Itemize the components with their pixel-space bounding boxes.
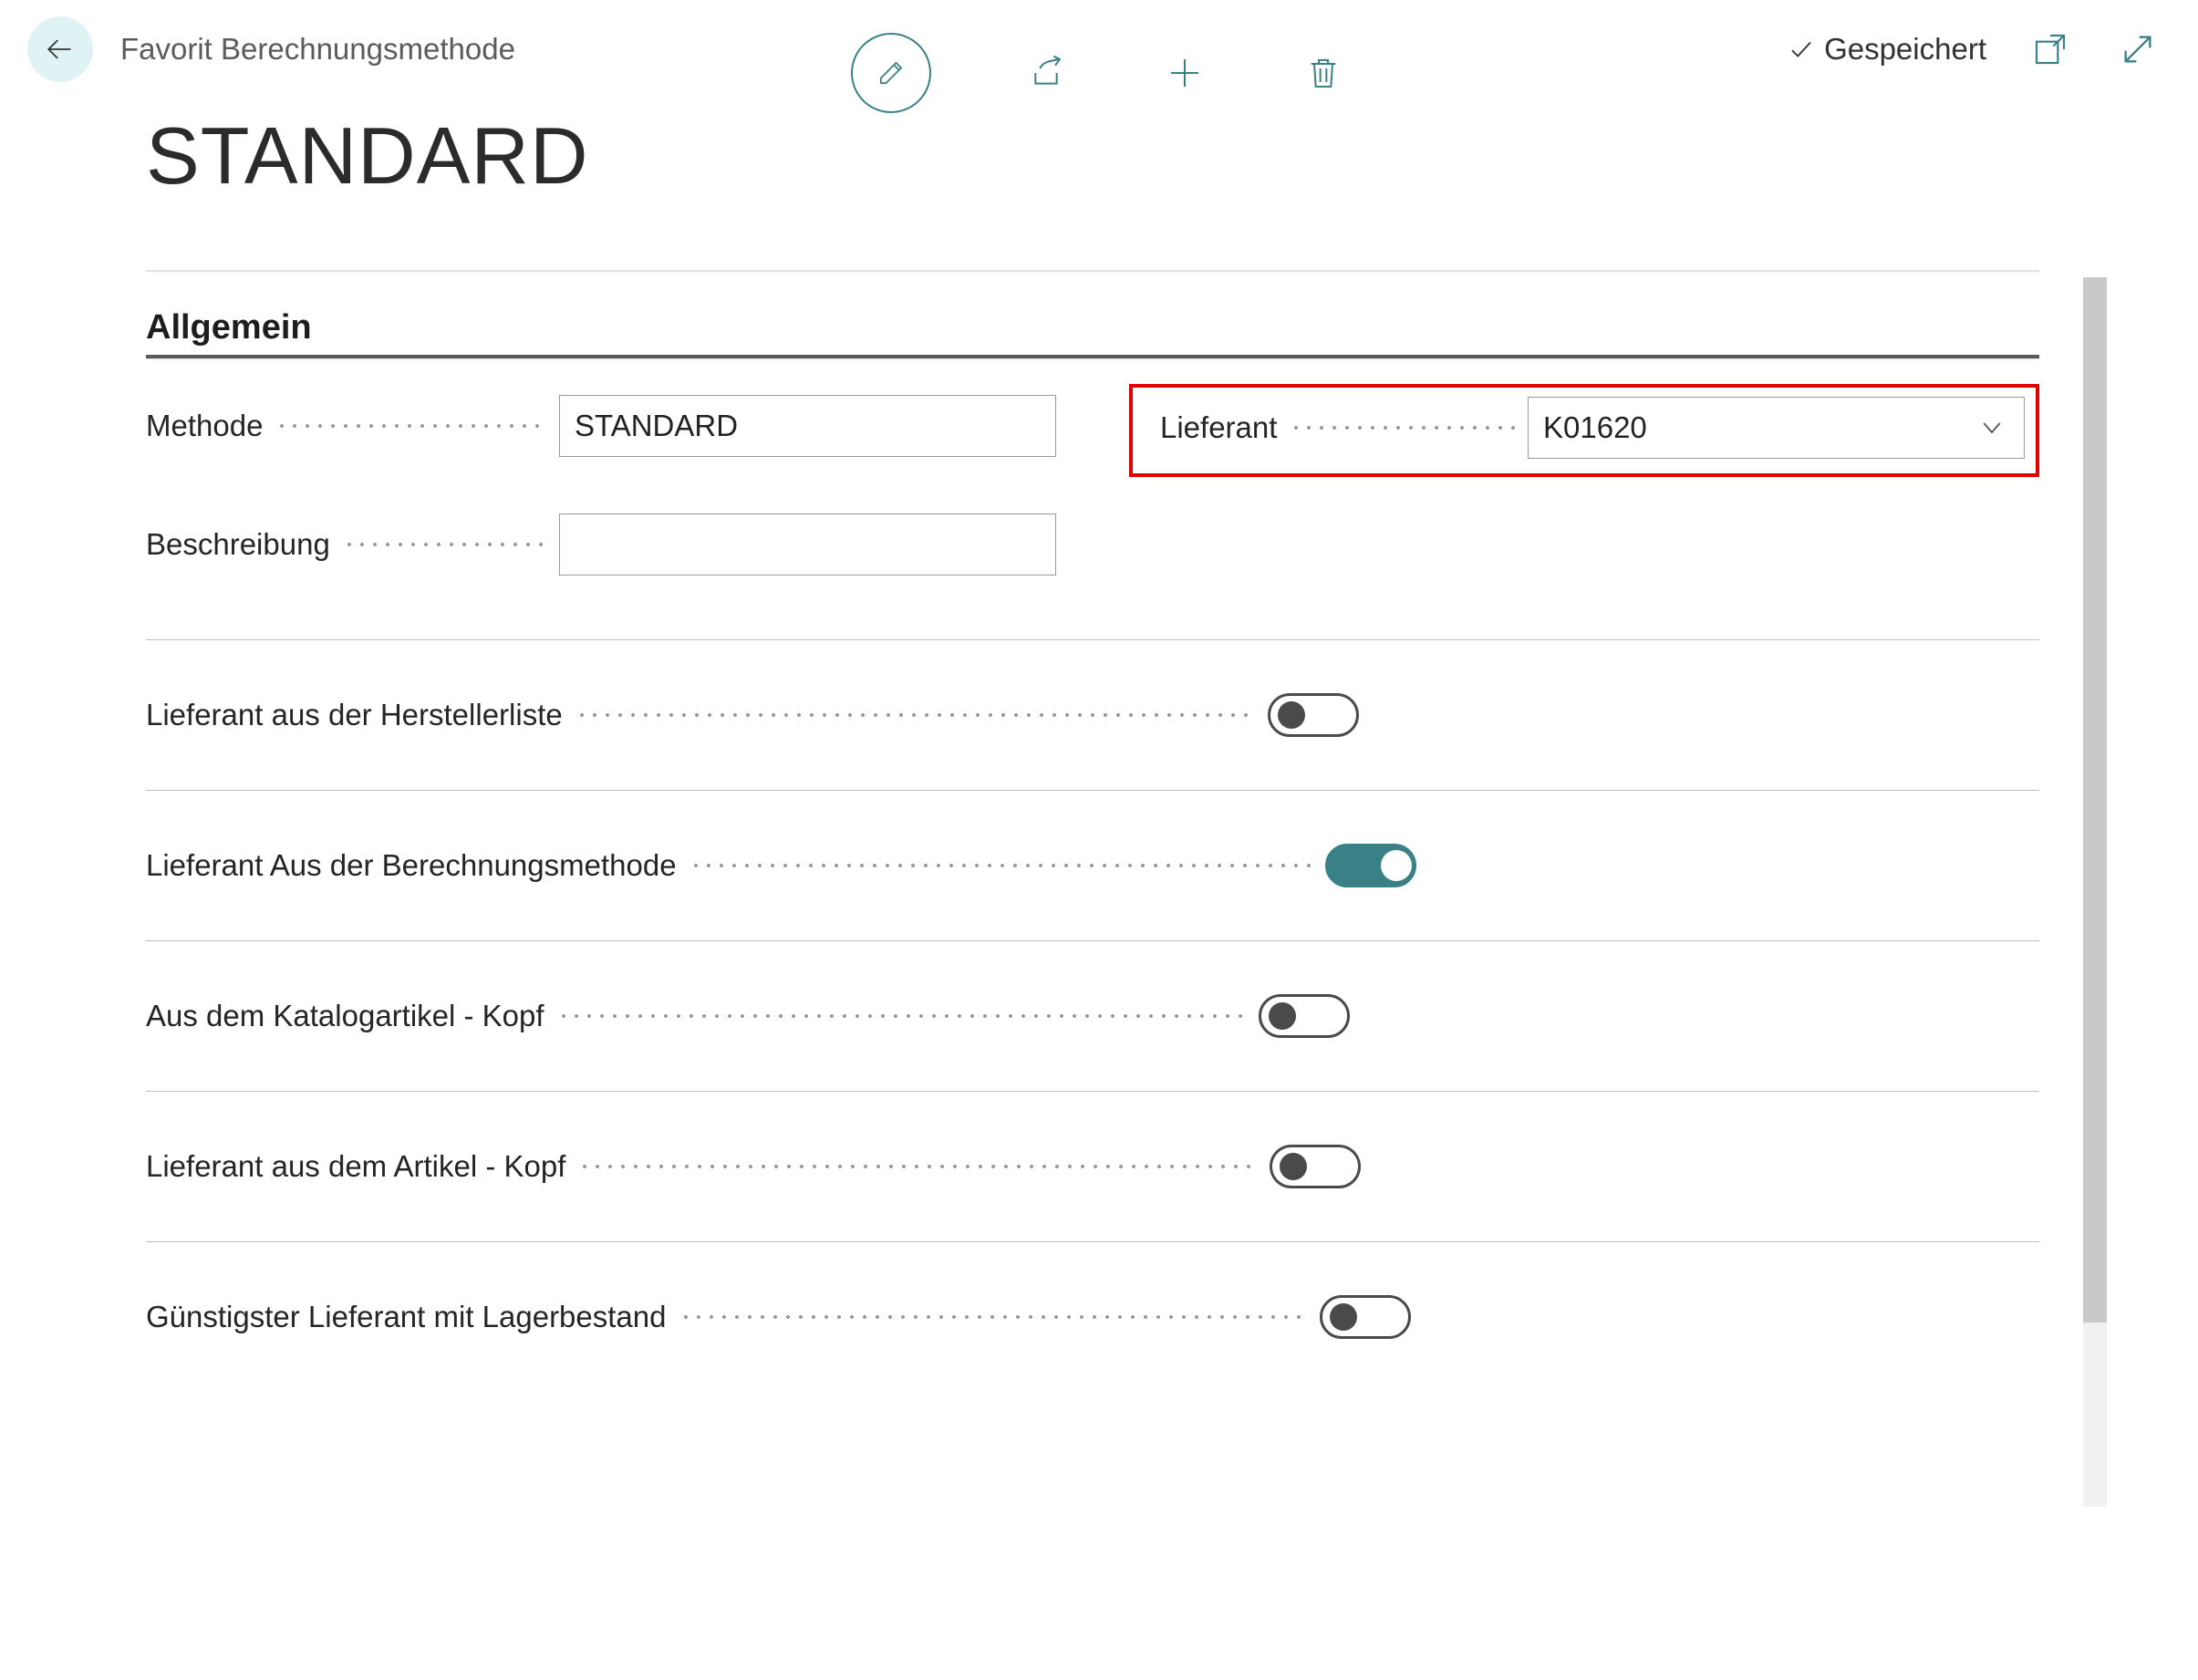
share-button[interactable] — [1022, 49, 1070, 97]
delete-button[interactable] — [1300, 49, 1347, 97]
toggle-row: Aus dem Katalogartikel - Kopf — [146, 940, 2039, 1091]
section-title: Allgemein — [146, 308, 2039, 347]
toggle-row: Lieferant aus dem Artikel - Kopf — [146, 1091, 2039, 1241]
methode-row: Methode — [146, 395, 1056, 457]
toggle-label: Günstigster Lieferant mit Lagerbestand — [146, 1300, 667, 1334]
methode-input[interactable] — [559, 395, 1056, 457]
saved-label: Gespeichert — [1824, 32, 1986, 67]
scrollbar[interactable] — [2083, 277, 2107, 1507]
lieferant-highlight-box: Lieferant K01620 — [1129, 384, 2039, 477]
toggle-knob — [1381, 850, 1412, 881]
page-title: STANDARD — [146, 109, 2198, 202]
toggle-switch[interactable] — [1325, 844, 1416, 887]
pencil-icon — [874, 56, 908, 90]
lieferant-select[interactable]: K01620 — [1528, 397, 2025, 459]
toggle-switch[interactable] — [1320, 1295, 1411, 1339]
toggle-label: Lieferant aus der Herstellerliste — [146, 698, 563, 732]
expand-icon — [2120, 31, 2156, 67]
dot-fill — [689, 858, 1312, 873]
general-field-grid: Methode Lieferant K01620 — [146, 395, 2039, 576]
toggle-switch[interactable] — [1259, 994, 1350, 1038]
dot-fill — [275, 419, 546, 433]
dot-fill — [578, 1159, 1257, 1174]
add-button[interactable] — [1161, 49, 1208, 97]
dot-fill — [575, 708, 1256, 722]
content-scroll-area: Allgemein Methode Lieferant K01620 — [146, 270, 2076, 1680]
check-icon — [1788, 36, 1815, 63]
breadcrumb: Favorit Berechnungsmethode — [111, 32, 515, 67]
toggle-row: Günstigster Lieferant mit Lagerbestand — [146, 1241, 2039, 1392]
toggle-label: Lieferant aus dem Artikel - Kopf — [146, 1149, 565, 1184]
edit-button[interactable] — [851, 33, 931, 113]
toggle-label: Aus dem Katalogartikel - Kopf — [146, 999, 544, 1033]
dot-fill — [1290, 420, 1515, 435]
beschreibung-input[interactable] — [559, 513, 1056, 576]
trash-icon — [1305, 55, 1342, 91]
dot-fill — [679, 1310, 1308, 1324]
share-icon — [1028, 55, 1064, 91]
header-center-actions — [851, 33, 1347, 113]
open-new-icon — [2032, 31, 2068, 67]
toggle-block: Lieferant aus der Herstellerliste Liefera… — [146, 639, 2039, 1392]
plus-icon — [1166, 55, 1203, 91]
toggle-knob — [1280, 1153, 1307, 1180]
toggle-row: Lieferant aus der Herstellerliste — [146, 639, 2039, 790]
top-rule — [146, 270, 2039, 272]
open-new-window-button[interactable] — [2027, 26, 2074, 73]
toggle-knob — [1269, 1002, 1296, 1030]
methode-label: Methode — [146, 409, 263, 443]
toggle-row: Lieferant Aus der Berechnungsmethode — [146, 790, 2039, 940]
lieferant-label: Lieferant — [1160, 410, 1277, 445]
dot-fill — [557, 1009, 1247, 1023]
section-underline — [146, 355, 2039, 358]
scrollbar-thumb[interactable] — [2083, 277, 2107, 1322]
beschreibung-row: Beschreibung — [146, 513, 1056, 576]
lieferant-row: Lieferant K01620 — [1160, 397, 2025, 459]
chevron-down-icon — [1978, 414, 2006, 441]
arrow-left-icon — [45, 34, 76, 65]
saved-indicator[interactable]: Gespeichert — [1788, 32, 1986, 67]
toggle-switch[interactable] — [1268, 693, 1359, 737]
beschreibung-label: Beschreibung — [146, 527, 330, 562]
toggle-switch[interactable] — [1270, 1145, 1361, 1188]
expand-button[interactable] — [2114, 26, 2162, 73]
dot-fill — [343, 537, 546, 552]
lieferant-value: K01620 — [1543, 410, 1647, 445]
page-header: Favorit Berechnungsmethode — [0, 0, 2198, 91]
toggle-knob — [1278, 701, 1305, 729]
back-button[interactable] — [27, 16, 93, 82]
toggle-label: Lieferant Aus der Berechnungsmethode — [146, 848, 677, 883]
toggle-knob — [1330, 1303, 1357, 1331]
header-right-actions: Gespeichert — [1788, 26, 2162, 73]
